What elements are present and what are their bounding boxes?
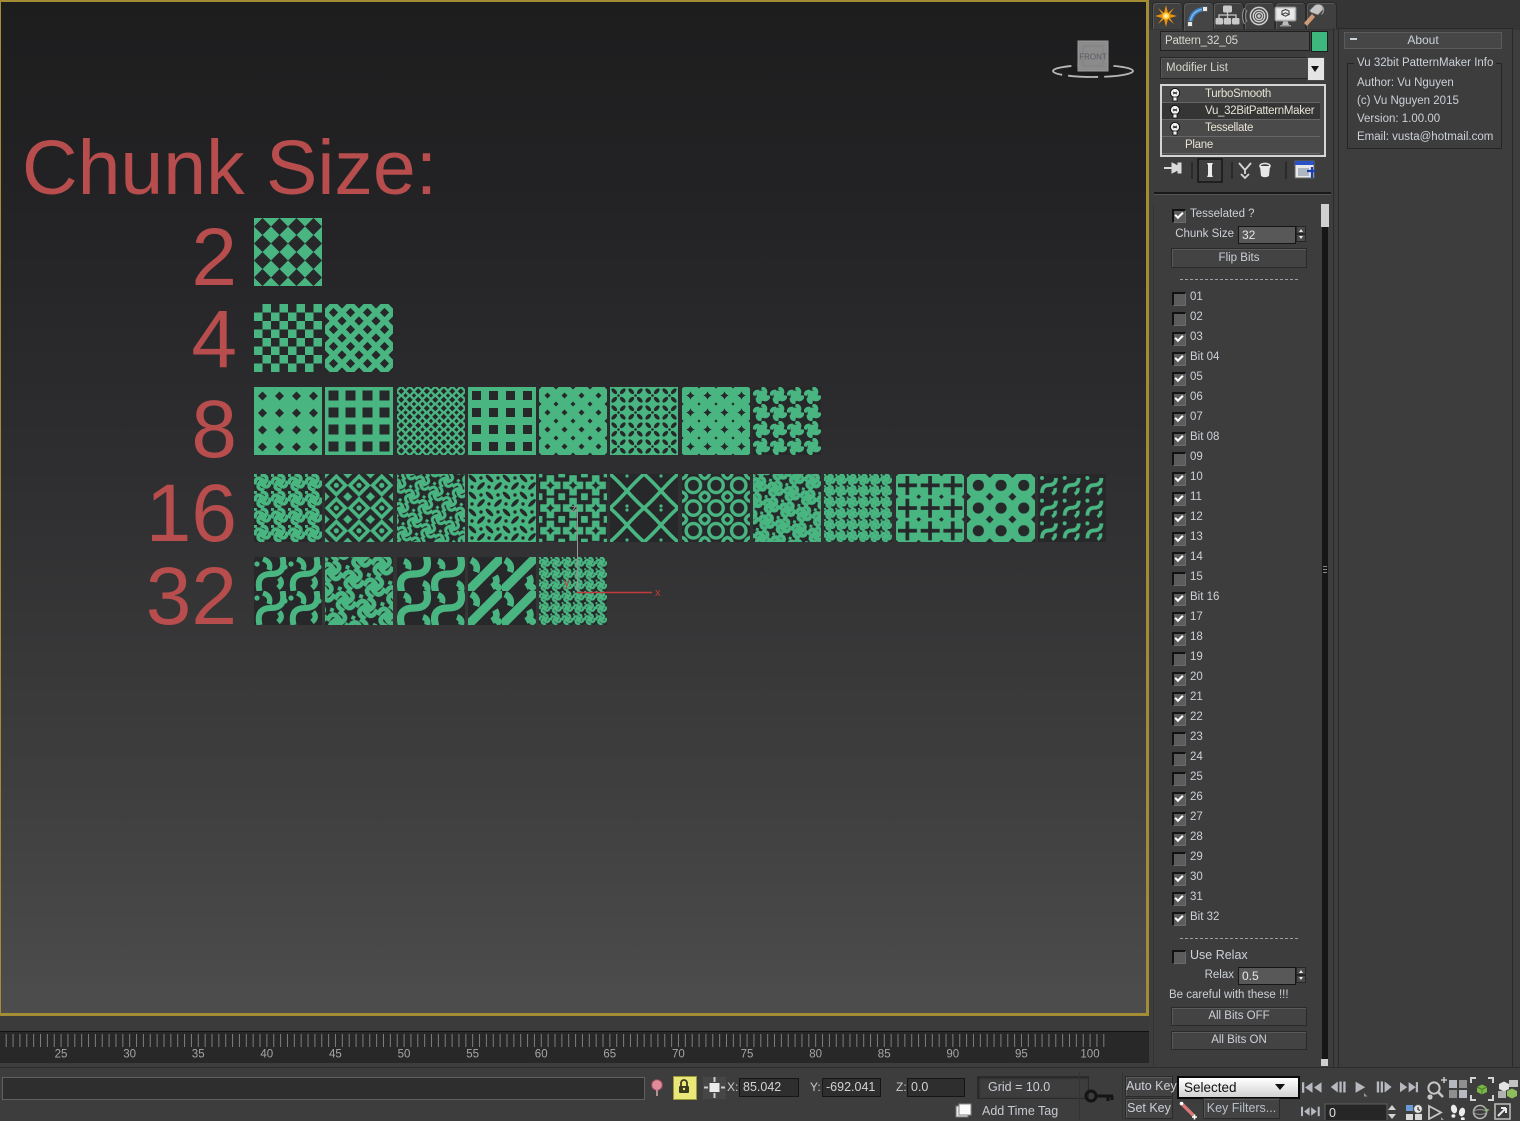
svg-text:75: 75 — [741, 1049, 754, 1061]
svg-text:80: 80 — [809, 1049, 822, 1061]
svg-text:y: y — [564, 577, 570, 589]
svg-text:60: 60 — [535, 1049, 548, 1061]
svg-text:50: 50 — [398, 1049, 411, 1061]
svg-text:55: 55 — [466, 1049, 479, 1061]
svg-text:90: 90 — [946, 1049, 959, 1061]
svg-text:40: 40 — [260, 1049, 273, 1061]
svg-text:25: 25 — [55, 1049, 68, 1061]
svg-text:z: z — [571, 503, 577, 515]
svg-text:35: 35 — [192, 1049, 205, 1061]
svg-text:95: 95 — [1015, 1049, 1028, 1061]
svg-text:x: x — [655, 587, 661, 599]
svg-text:FRONT: FRONT — [1079, 53, 1107, 62]
svg-text:0: 0 — [1329, 1106, 1336, 1120]
svg-text:65: 65 — [603, 1049, 616, 1061]
svg-text:30: 30 — [123, 1049, 136, 1061]
svg-text:45: 45 — [329, 1049, 342, 1061]
svg-text:70: 70 — [672, 1049, 685, 1061]
svg-text:85: 85 — [878, 1049, 891, 1061]
svg-text:100: 100 — [1080, 1049, 1099, 1061]
